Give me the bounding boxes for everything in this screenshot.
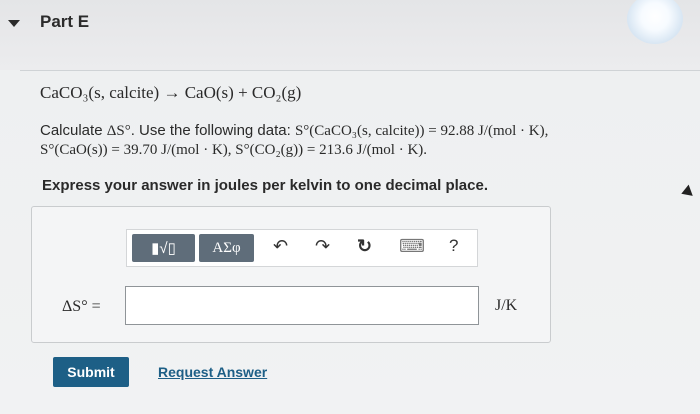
reset-icon[interactable]: ↻: [357, 236, 372, 257]
prompt-prefix: Calculate: [40, 122, 107, 139]
answer-label: ΔS° =: [62, 298, 101, 315]
submit-button[interactable]: Submit: [53, 357, 129, 387]
question-line-2: S°(CaO(s)) = 39.70 J/(mol · K), S°(CO₂(g…: [40, 142, 428, 158]
math-toolbar: ▮√▯ ΑΣφ ↶ ↷ ↻ ⌨ ?: [126, 229, 478, 267]
prompt-data-1: S°(CaCO₃(s, calcite)) = 92.88 J/(mol · K…: [294, 123, 549, 139]
templates-button[interactable]: ▮√▯: [132, 234, 195, 262]
help-icon[interactable]: ?: [449, 236, 458, 256]
prompt-mid: . Use the following data:: [130, 122, 295, 139]
header-divider: [20, 70, 700, 71]
answer-instructions: Express your answer in joules per kelvin…: [42, 177, 489, 194]
answer-input[interactable]: [125, 286, 479, 325]
part-header[interactable]: [0, 0, 700, 70]
redo-icon[interactable]: ↷: [315, 236, 330, 257]
request-answer-link[interactable]: Request Answer: [158, 364, 267, 380]
collapse-caret-icon[interactable]: [8, 20, 20, 27]
question-line-1: Calculate ΔS°. Use the following data: S…: [40, 122, 548, 140]
undo-icon[interactable]: ↶: [273, 236, 288, 257]
prompt-variable: ΔS°: [106, 123, 131, 139]
keyboard-icon[interactable]: ⌨: [399, 236, 425, 257]
mouse-cursor-icon: [679, 184, 693, 200]
greek-symbols-button[interactable]: ΑΣφ: [199, 234, 254, 262]
part-title: Part E: [40, 12, 90, 31]
answer-unit: J/K: [495, 297, 518, 314]
reaction-equation: CaCO₃(s, calcite) → CaO(s) + CO₂(g): [40, 83, 302, 102]
